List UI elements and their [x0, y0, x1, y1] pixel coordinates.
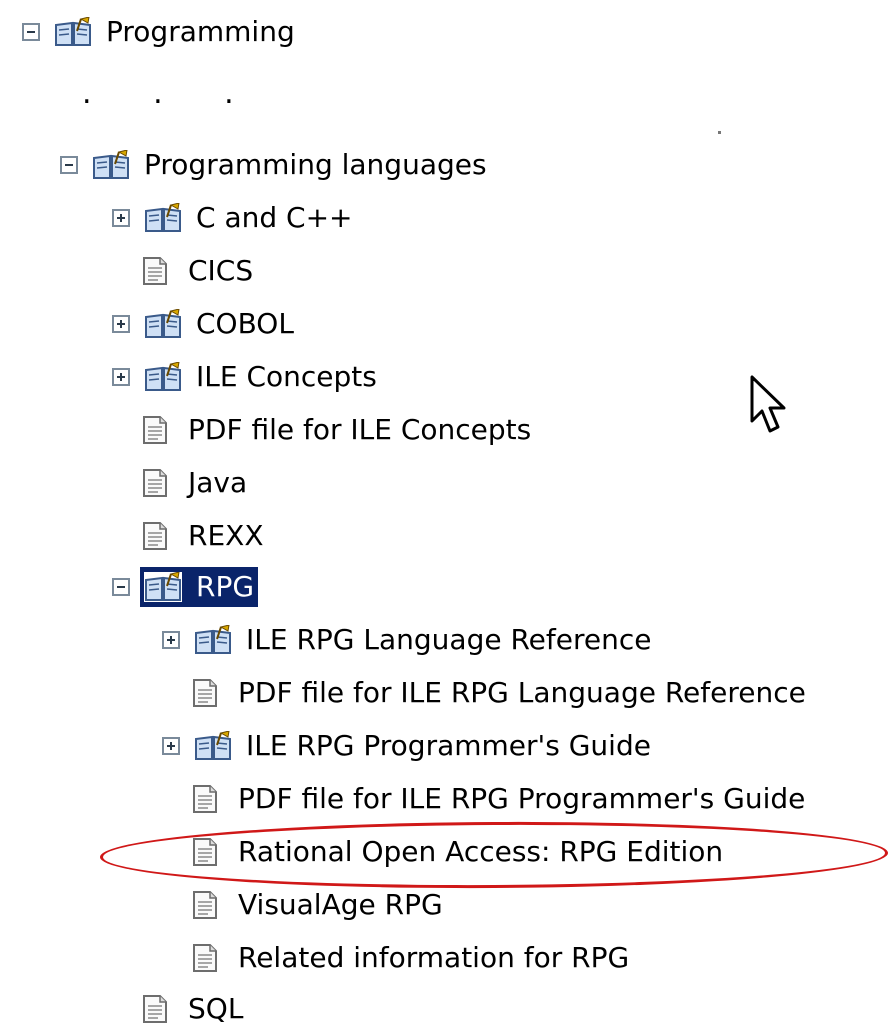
- tree-node-java[interactable]: Java: [112, 461, 251, 505]
- collapse-toggle[interactable]: [22, 23, 40, 41]
- tree-node-pdf-ile-rpg-programmers-guide[interactable]: PDF file for ILE RPG Programmer's Guide: [162, 777, 809, 821]
- tree-node-pdf-ile-rpg-language-reference[interactable]: PDF file for ILE RPG Language Reference: [162, 671, 810, 715]
- tree-node-rpg[interactable]: RPG: [112, 565, 259, 609]
- tree-node-label: Related information for RPG: [238, 941, 630, 974]
- book-icon: [54, 17, 92, 47]
- tree-node-visualage-rpg[interactable]: VisualAge RPG: [162, 883, 447, 927]
- expand-toggle[interactable]: [162, 631, 180, 649]
- book-icon: [144, 362, 182, 392]
- tree-node-label: SQL: [188, 992, 244, 1025]
- tree-node-label: CICS: [188, 254, 254, 287]
- tree-node-ile-rpg-programmers-guide[interactable]: ILE RPG Programmer's Guide: [162, 724, 655, 768]
- tree-node-label: REXX: [188, 519, 264, 552]
- tree-node-rexx[interactable]: REXX: [112, 514, 268, 558]
- tree-node-label: PDF file for ILE RPG Programmer's Guide: [238, 782, 806, 815]
- tree-node-label: Programming languages: [144, 148, 487, 181]
- expand-toggle[interactable]: [162, 737, 180, 755]
- ellipsis: . . .: [82, 76, 260, 111]
- page-icon: [142, 468, 168, 498]
- tree-node-label: Programming: [106, 15, 295, 48]
- tree-node-cobol[interactable]: COBOL: [112, 302, 298, 346]
- speck: [718, 131, 721, 134]
- page-icon: [142, 256, 168, 286]
- tree-node-label: Java: [188, 466, 248, 499]
- tree-node-ile-rpg-language-reference[interactable]: ILE RPG Language Reference: [162, 618, 655, 662]
- tree-node-label: ILE RPG Language Reference: [246, 623, 652, 656]
- expand-toggle[interactable]: [112, 209, 130, 227]
- tree-node-label: PDF file for ILE RPG Language Reference: [238, 676, 806, 709]
- page-icon: [142, 415, 168, 445]
- book-icon: [144, 203, 182, 233]
- page-icon: [192, 678, 218, 708]
- page-icon: [192, 837, 218, 867]
- tree-node-label: PDF file for ILE Concepts: [188, 413, 532, 446]
- book-icon: [144, 572, 182, 602]
- book-icon: [194, 625, 232, 655]
- mouse-cursor-icon: [750, 375, 786, 433]
- page-icon: [192, 943, 218, 973]
- tree-node-label: ILE RPG Programmer's Guide: [246, 729, 651, 762]
- tree-node-sql[interactable]: SQL: [112, 987, 247, 1031]
- tree-node-label: Rational Open Access: RPG Edition: [238, 835, 724, 868]
- tree-node-label: VisualAge RPG: [238, 888, 443, 921]
- book-icon: [92, 150, 130, 180]
- tree-node-programming-languages[interactable]: Programming languages: [60, 143, 491, 187]
- page-icon: [192, 784, 218, 814]
- tree-node-cics[interactable]: CICS: [112, 249, 257, 293]
- page-icon: [142, 994, 168, 1024]
- book-icon: [194, 731, 232, 761]
- tree-node-programming[interactable]: Programming: [22, 10, 299, 54]
- tree-node-label: COBOL: [196, 307, 294, 340]
- tree-node-c-and-cpp[interactable]: C and C++: [112, 196, 357, 240]
- tree-node-ile-concepts[interactable]: ILE Concepts: [112, 355, 381, 399]
- tree-node-rational-open-access[interactable]: Rational Open Access: RPG Edition: [162, 830, 727, 874]
- tree-node-label: RPG: [196, 570, 255, 603]
- expand-toggle[interactable]: [112, 315, 130, 333]
- tree-node-related-information-rpg[interactable]: Related information for RPG: [162, 936, 633, 980]
- page-icon: [142, 521, 168, 551]
- collapse-toggle[interactable]: [60, 156, 78, 174]
- page-icon: [192, 890, 218, 920]
- tree-node-pdf-ile-concepts[interactable]: PDF file for ILE Concepts: [112, 408, 535, 452]
- tree-node-label: ILE Concepts: [196, 360, 377, 393]
- tree-node-label: C and C++: [196, 201, 353, 234]
- collapse-toggle[interactable]: [112, 578, 130, 596]
- selected-node: RPG: [140, 567, 259, 607]
- book-icon: [144, 309, 182, 339]
- expand-toggle[interactable]: [112, 368, 130, 386]
